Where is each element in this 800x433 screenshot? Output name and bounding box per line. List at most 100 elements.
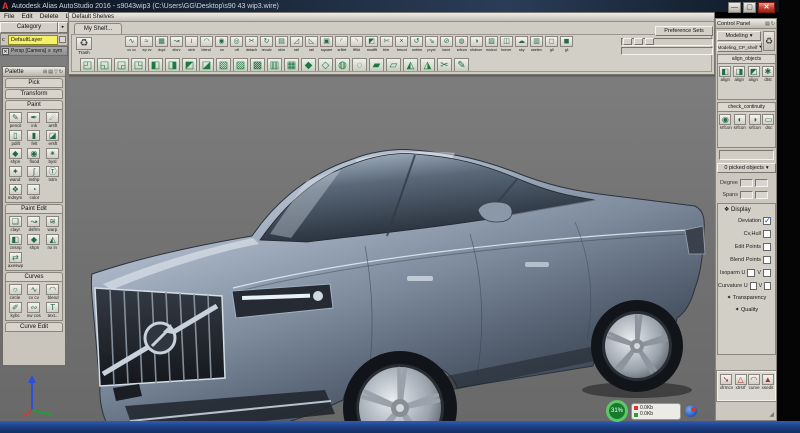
tool-icon[interactable]: ∫ — [27, 166, 40, 177]
shelf-tool-icon[interactable]: ▦ — [284, 58, 299, 72]
shelf-tool-icon[interactable]: ◇ — [318, 58, 333, 72]
degree-field-2[interactable] — [755, 179, 768, 187]
shelf-tool[interactable]: ◑ shdnon — [469, 36, 484, 53]
menu-item[interactable]: File — [4, 13, 14, 20]
palette-tool[interactable]: ▯ pdift — [6, 129, 25, 147]
tool-icon[interactable]: ▤ — [275, 36, 288, 47]
shelf-tool-icon[interactable]: ✂ — [437, 58, 452, 72]
panel-tool[interactable]: ▭ dsc — [762, 114, 774, 131]
palette-tool[interactable]: ○ circle — [6, 283, 25, 301]
shelf-tool[interactable]: ◺ rail — [304, 36, 319, 53]
palette-tool[interactable]: T text... — [43, 301, 62, 319]
picked-objects-dropdown[interactable]: 0 picked objects▾ — [717, 163, 776, 173]
shelf-tool[interactable]: ▣ square — [319, 36, 334, 53]
tool-icon[interactable]: ◐ — [734, 114, 746, 125]
palette-tool[interactable]: ⇄ axeswp — [6, 251, 25, 269]
tool-icon[interactable]: ◭ — [46, 234, 59, 245]
tool-icon[interactable]: ∿ — [125, 36, 138, 47]
palette-tool[interactable]: ◪ ersft — [43, 129, 62, 147]
current-layer[interactable]: DefaultLayer — [8, 35, 58, 45]
shelf-tool[interactable]: ▦ dupl — [154, 36, 169, 53]
tool-icon[interactable]: ◉ — [215, 36, 228, 47]
tool-icon[interactable]: ▣ — [320, 36, 333, 47]
tool-icon[interactable]: ✦ — [9, 166, 22, 177]
shelf-tool-icon[interactable]: ◲ — [114, 58, 129, 72]
tool-icon[interactable]: ◿ — [290, 36, 303, 47]
tool-icon[interactable]: ≀ — [185, 36, 198, 47]
tool-icon[interactable]: ◫ — [500, 36, 513, 47]
shelf-trash[interactable]: ♻ Trash — [74, 37, 94, 56]
shelf-tool-icon[interactable]: ◱ — [97, 58, 112, 72]
tool-icon[interactable]: ◼ — [560, 36, 573, 47]
panel-tool[interactable]: ✱ dtst — [762, 66, 774, 83]
palette-tool[interactable]: ❏ clayr — [6, 215, 25, 233]
tab-pick[interactable]: Pick — [5, 78, 63, 88]
palette-tool[interactable]: ✎ pencil — [6, 111, 25, 129]
shelf-tool-icon[interactable]: ▥ — [267, 58, 282, 72]
menu-item[interactable]: Delete — [40, 13, 59, 20]
tool-icon[interactable]: ◧ — [719, 66, 731, 77]
tool-icon[interactable]: ◆ — [27, 234, 40, 245]
shelf-tool-icon[interactable]: ◳ — [131, 58, 146, 72]
palette-tool[interactable]: ✐ kybc — [6, 301, 25, 319]
shelf-tool[interactable]: ▥ usetex — [529, 36, 544, 53]
tool-icon[interactable]: ↺ — [410, 36, 423, 47]
palette-refresh-icon[interactable]: ↻ — [59, 69, 63, 75]
shelf-tool-icon[interactable]: ▨ — [233, 58, 248, 72]
shelf-tool[interactable]: ◼ g1 — [559, 36, 574, 53]
panel-tool[interactable]: ◠ curve — [748, 374, 760, 391]
shelf-tool[interactable]: ◍ srfcon — [454, 36, 469, 53]
palette-tool[interactable]: Ⓣ txtm — [43, 165, 62, 183]
palette-tool[interactable]: ◆ shpn — [6, 147, 25, 165]
tool-icon[interactable]: ◝ — [350, 36, 363, 47]
tool-icon[interactable]: ✒ — [27, 112, 40, 123]
tool-icon[interactable]: ↝ — [27, 216, 40, 227]
transparency-toggle[interactable]: ✦ Transparency — [718, 292, 775, 304]
shelf-tool[interactable]: ✄ trim — [379, 36, 394, 53]
palette-tool[interactable]: ◔ color — [25, 183, 44, 201]
tool-icon[interactable]: ◑ — [470, 36, 483, 47]
shelf-titlebar[interactable]: Default Shelves — [69, 13, 714, 22]
check-continuity-tab[interactable]: check_continuity — [718, 103, 775, 112]
shelf-tool[interactable]: ⇘ pryct — [424, 36, 439, 53]
shelf-tool-icon[interactable]: ✎ — [454, 58, 469, 72]
tool-icon[interactable]: ☁ — [515, 36, 528, 47]
palette-tool[interactable]: ◭ nx in — [43, 233, 62, 251]
palette-collapse-icon[interactable]: ▽ — [54, 69, 58, 75]
shelf-tool-icon[interactable]: ◰ — [80, 58, 95, 72]
panel-tool[interactable]: ◨ align — [733, 66, 745, 83]
tool-icon[interactable]: △ — [735, 374, 747, 385]
panel-tool[interactable]: ➘ xfrmcv — [719, 374, 734, 391]
tool-icon[interactable]: ◪ — [46, 130, 59, 141]
shelf-tool-icon[interactable]: ▰ — [369, 58, 384, 72]
shelf-tool-icon[interactable]: ◌ — [352, 58, 367, 72]
shelf-mini-button-1[interactable] — [623, 38, 632, 45]
tool-icon[interactable]: ✎ — [9, 112, 22, 123]
shelf-tool[interactable]: ≈ ep cv — [139, 36, 154, 53]
palette-tool[interactable]: ❖ mdsym — [6, 183, 25, 201]
checkbox[interactable] — [763, 256, 771, 264]
preference-sets-button[interactable]: Preference Sets — [655, 26, 713, 36]
tool-icon[interactable]: ▲ — [762, 374, 774, 385]
tool-icon[interactable]: ≈ — [140, 36, 153, 47]
tool-icon[interactable]: ▭ — [762, 114, 774, 125]
u-checkbox[interactable] — [750, 282, 757, 290]
tool-icon[interactable]: ⊘ — [440, 36, 453, 47]
shelf-mini-button-3[interactable] — [645, 38, 654, 45]
tool-icon[interactable]: ◩ — [365, 36, 378, 47]
v-checkbox[interactable] — [763, 269, 771, 277]
shelf-tool-icon[interactable]: ◪ — [199, 58, 214, 72]
shelf-tool[interactable]: ▤ skin — [274, 36, 289, 53]
tool-icon[interactable]: ✱ — [762, 66, 774, 77]
taskbar[interactable] — [0, 421, 800, 433]
palette-tool[interactable]: ✦ wand — [6, 165, 25, 183]
tab-my-shelf[interactable]: My Shelf... — [74, 23, 122, 34]
tool-icon[interactable]: ∾ — [27, 302, 40, 313]
degree-field-1[interactable] — [740, 179, 753, 187]
minimize-button[interactable]: — — [728, 2, 741, 13]
palette-tool[interactable]: ✴ bysl — [43, 147, 62, 165]
shelf-tool-icon[interactable]: ◭ — [403, 58, 418, 72]
checkbox[interactable] — [763, 243, 771, 251]
shelf-field-2[interactable] — [621, 47, 713, 55]
category-dropdown[interactable]: Category — [0, 22, 58, 33]
